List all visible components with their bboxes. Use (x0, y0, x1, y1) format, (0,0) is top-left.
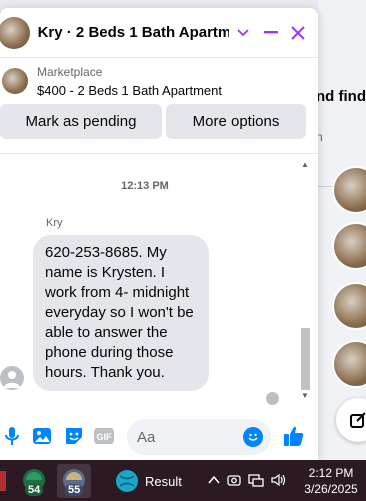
background-heading: nd find (316, 88, 366, 105)
taskbar-result-label[interactable]: Result (145, 474, 182, 489)
close-icon[interactable] (284, 19, 312, 47)
sender-avatar (0, 366, 24, 390)
chat-title[interactable]: Kry · 2 Beds 1 Bath Apartm... (38, 24, 230, 41)
message-input-wrapper (127, 419, 271, 455)
clock-date: 3/26/2025 (304, 482, 358, 496)
camera-icon[interactable] (227, 473, 241, 490)
chevron-down-icon[interactable] (229, 19, 257, 47)
cricket-ball-icon (116, 470, 138, 492)
message-input[interactable] (137, 428, 237, 446)
minimize-icon[interactable] (257, 19, 285, 47)
message-bubble[interactable]: 620-253-8685. My name is Krysten. I work… (33, 235, 209, 391)
contact-avatar[interactable] (0, 16, 30, 49)
taskbar-badge-2: 55 (65, 484, 84, 496)
thumbs-up-icon[interactable] (282, 424, 306, 448)
message-timestamp: 12:13 PM (121, 180, 169, 192)
taskbar-app-result[interactable] (110, 464, 144, 498)
more-options-button[interactable]: More options (166, 104, 306, 139)
sender-name: Kry (46, 217, 63, 229)
emoji-icon[interactable] (243, 427, 263, 447)
scroll-thumb[interactable] (301, 328, 310, 390)
network-icon[interactable] (248, 473, 264, 490)
clock-time: 2:12 PM (308, 466, 354, 480)
chevron-up-icon[interactable] (208, 473, 220, 490)
microphone-icon[interactable] (0, 424, 24, 448)
listing-actions: Mark as pending More options (0, 104, 318, 139)
mark-as-pending-button[interactable]: Mark as pending (0, 104, 162, 139)
chat-header: Kry · 2 Beds 1 Bath Apartm... (0, 8, 318, 58)
scroll-up-arrow-icon[interactable]: ▲ (301, 160, 309, 169)
message-thread: 12:13 PM Kry 620-253-8685. My name is Kr… (0, 153, 318, 405)
listing-info: Marketplace $400 - 2 Beds 1 Bath Apartme… (37, 65, 222, 98)
windows-taskbar: 54 55 Result 2:12 PM 3/26/2025 (0, 460, 366, 501)
listing-thumbnail (2, 68, 28, 94)
listing-source: Marketplace (37, 64, 103, 79)
listing-summary[interactable]: Marketplace $400 - 2 Beds 1 Bath Apartme… (0, 58, 318, 104)
volume-icon[interactable] (271, 473, 287, 490)
listing-name: $400 - 2 Beds 1 Bath Apartment (37, 82, 223, 98)
taskbar-clock[interactable]: 2:12 PM 3/26/2025 (300, 465, 362, 497)
scroll-down-arrow-icon[interactable]: ▼ (301, 391, 309, 400)
taskbar-badge-1: 54 (25, 484, 44, 496)
scrollbar[interactable]: ▲ ▼ (299, 160, 313, 400)
sticker-icon[interactable] (62, 424, 86, 448)
compose-icon (350, 412, 366, 428)
system-tray (208, 473, 287, 490)
taskbar-app-weather-2[interactable]: 55 (57, 464, 91, 498)
taskbar-app-weather-1[interactable]: 54 (17, 464, 51, 498)
taskbar-app-edge[interactable] (0, 464, 10, 498)
svg-text:GIF: GIF (97, 432, 113, 442)
chat-window: Kry · 2 Beds 1 Bath Apartm... Marketplac… (0, 8, 318, 460)
photo-icon[interactable] (30, 424, 54, 448)
gif-icon[interactable]: GIF (92, 424, 116, 448)
message-composer: GIF (0, 412, 318, 460)
seen-indicator-avatar (266, 392, 279, 405)
